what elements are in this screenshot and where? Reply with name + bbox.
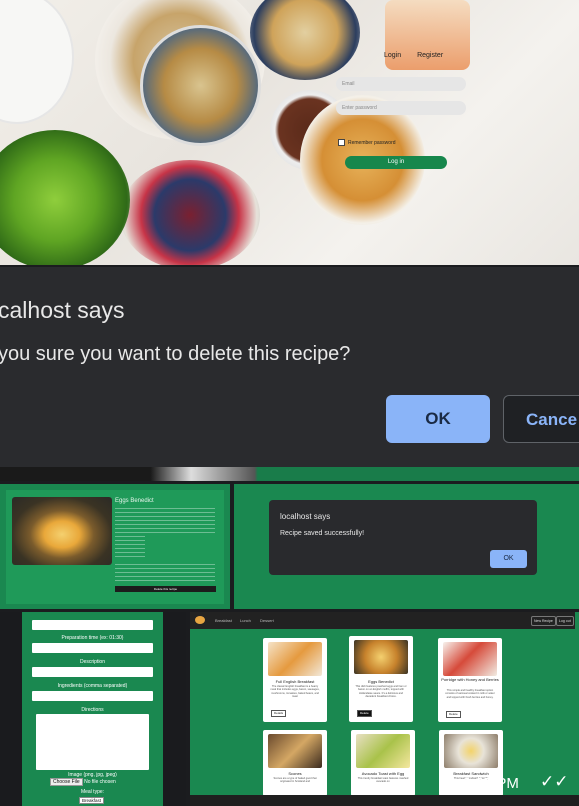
card-image: [268, 642, 322, 676]
saved-dialog-message: Recipe saved successfully!: [280, 530, 365, 537]
card-image: [356, 734, 410, 768]
card-image: [268, 734, 322, 768]
navbar: Breakfast Lunch Dessert New Recipe Log o…: [190, 612, 575, 629]
meal-type-select[interactable]: Breakfast: [79, 797, 105, 804]
password-field[interactable]: Enter password: [336, 101, 466, 115]
card-name: Eggs Benedict: [368, 679, 394, 684]
name-input[interactable]: [32, 620, 153, 630]
email-field[interactable]: Email: [336, 77, 466, 91]
dialog-title: calhost says: [0, 297, 125, 323]
card-name: Avocado Toast with Egg: [361, 771, 405, 776]
directions-textarea[interactable]: [36, 714, 149, 770]
prep-time-input[interactable]: [32, 643, 153, 653]
prep-time-label: Preparation time (ex: 01:30): [61, 635, 124, 641]
recipe-image: [12, 497, 112, 565]
delete-confirm-dialog: calhost says you sure you want to delete…: [0, 267, 579, 467]
recipe-detail-card: Eggs Benedict Delete this recipe: [6, 490, 224, 604]
logout-button[interactable]: Log out: [556, 616, 574, 626]
card-description: This dish features poached eggs and ham …: [355, 685, 407, 698]
login-link[interactable]: Login: [384, 52, 401, 59]
recipe-grid-screenshot: Breakfast Lunch Dessert New Recipe Log o…: [190, 612, 579, 806]
read-receipt-icon: ✓✓: [540, 772, 569, 791]
ingredients-input[interactable]: [32, 691, 153, 701]
saved-ok-button[interactable]: OK: [490, 550, 527, 568]
card-name: Porridge with Honey and Berries: [441, 677, 499, 682]
divider-strip: [0, 467, 579, 481]
juice-glass-image: [385, 0, 470, 70]
card-image: [443, 642, 497, 676]
ingredients-label: Ingredients (comma separated): [57, 683, 128, 689]
teapot-image: [0, 0, 74, 124]
recipe-card[interactable]: Scones Scones are a type of baked good t…: [263, 730, 327, 796]
no-file-label: No file chosen: [84, 779, 116, 785]
oatmeal-bowl-image: [140, 25, 261, 146]
nav-dessert[interactable]: Dessert: [260, 618, 274, 623]
delete-recipe-button[interactable]: Delete this recipe: [115, 586, 216, 592]
register-link[interactable]: Register: [417, 52, 443, 59]
nav-lunch[interactable]: Lunch: [240, 618, 251, 623]
remember-checkbox[interactable]: Remember password: [338, 139, 396, 146]
card-button[interactable]: Delete: [357, 710, 372, 717]
recipe-card[interactable]: Avocado Toast with Egg This trendy break…: [351, 730, 415, 796]
nav-breakfast[interactable]: Breakfast: [215, 618, 232, 623]
card-button[interactable]: Details: [271, 710, 287, 717]
card-description: This trendy breakfast toast features mas…: [357, 777, 409, 784]
saved-alert-screenshot: localhost says Recipe saved successfully…: [234, 484, 579, 609]
message-time: 8:37 PM: [463, 775, 519, 792]
recipe-card[interactable]: Eggs Benedict This dish features poached…: [349, 636, 413, 722]
card-image: [444, 734, 498, 768]
card-description: The classic English breakfast is a heart…: [270, 685, 320, 698]
saved-dialog-title: localhost says: [280, 512, 331, 521]
description-label: Description: [79, 659, 105, 665]
recipe-detail-screenshot: Eggs Benedict Delete this recipe: [0, 484, 230, 609]
directions-text: [115, 564, 215, 584]
image-label: Image (png, jpg, jpeg): [68, 772, 117, 778]
directions-label: Directions: [81, 707, 104, 713]
recipe-card[interactable]: Full English Breakfast The classic Engli…: [263, 638, 327, 722]
recipe-description-text: [115, 508, 215, 534]
recipe-form: Preparation time (ex: 01:30) Description…: [22, 612, 163, 806]
card-image: [354, 640, 408, 674]
logo-icon: [195, 616, 205, 624]
card-button[interactable]: Delete: [446, 711, 461, 718]
new-recipe-button[interactable]: New Recipe: [531, 616, 556, 626]
card-description: Scones are a type of baked good that ori…: [273, 777, 317, 784]
card-name: Scones: [288, 771, 302, 776]
auth-links: Login Register: [384, 52, 457, 59]
dialog-message: you sure you want to delete this recipe?: [0, 343, 351, 365]
cancel-button[interactable]: Cance: [503, 395, 579, 443]
checkbox-icon: [338, 139, 345, 146]
login-screenshot: Login Register Email Enter password Reme…: [0, 0, 579, 265]
recipe-card[interactable]: Porridge with Honey and Berries This sim…: [438, 638, 502, 722]
saved-dialog: localhost says Recipe saved successfully…: [269, 500, 537, 575]
meal-type-label: Meal type:: [80, 789, 105, 795]
ingredients-list: [115, 536, 145, 560]
choose-file-button[interactable]: Choose File: [50, 778, 83, 786]
description-input[interactable]: [32, 667, 153, 677]
file-picker: Choose File No file chosen: [50, 778, 116, 786]
fruit-bowl-image: [120, 160, 260, 265]
recipe-title: Eggs Benedict: [115, 498, 154, 504]
berry-bowl-image: [250, 0, 360, 80]
ok-button[interactable]: OK: [386, 395, 490, 443]
add-recipe-form-screenshot: Preparation time (ex: 01:30) Description…: [0, 612, 186, 806]
greens-image: [0, 130, 130, 265]
remember-label: Remember password: [348, 139, 396, 146]
card-description: This simple and healthy breakfast option…: [445, 689, 495, 699]
card-name: Full English Breakfast: [275, 679, 315, 684]
login-button[interactable]: Log in: [345, 156, 447, 169]
footer: [190, 795, 579, 806]
